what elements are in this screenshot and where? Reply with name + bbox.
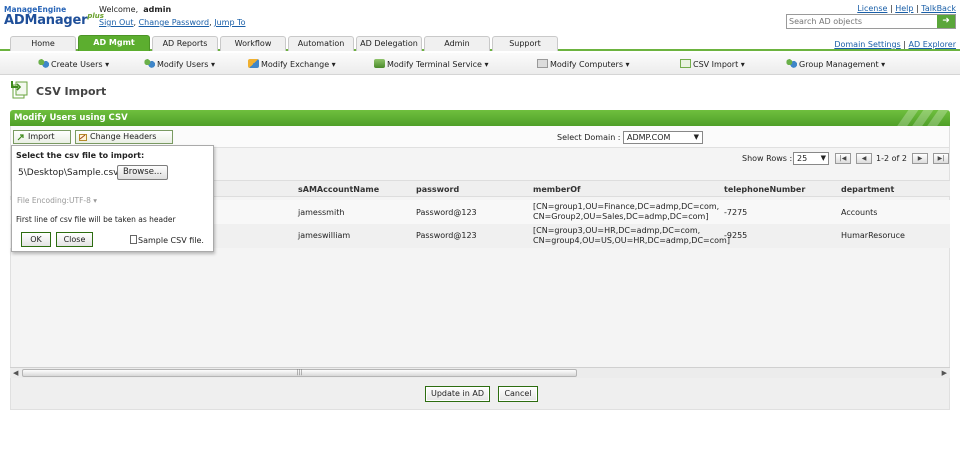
rows-per-page-select[interactable]: 25 ▼ <box>793 152 829 165</box>
cell-telephonenumber: -7275 <box>724 208 748 217</box>
file-path-input[interactable]: 5\Desktop\Sample.csv <box>18 168 118 178</box>
cell-memberof-line2: CN=Group2,OU=Sales,DC=admp,DC=com] <box>533 212 709 221</box>
jump-to-link[interactable]: Jump To <box>214 18 245 27</box>
cell-password: Password@123 <box>416 208 477 217</box>
top-links: License | Help | TalkBack <box>857 4 956 13</box>
chevron-down-icon: ▾ <box>93 196 98 205</box>
welcome-label: Welcome, <box>99 5 139 14</box>
panel-title: Modify Users using CSV <box>14 113 128 123</box>
tab-support[interactable]: Support <box>492 36 558 51</box>
users-icon <box>38 59 49 68</box>
sub-menu-bar: Create Users ▾ Modify Users ▾ Modify Exc… <box>0 53 960 75</box>
license-link[interactable]: License <box>857 4 887 13</box>
menu-modify-users[interactable]: Modify Users ▾ <box>144 59 215 69</box>
edit-headers-icon <box>79 134 87 141</box>
tab-ad-delegation[interactable]: AD Delegation <box>356 36 422 51</box>
csv-import-icon <box>11 81 28 99</box>
column-header-memberof[interactable]: memberOf <box>533 185 580 194</box>
scroll-right-icon[interactable]: ▶ <box>942 369 947 377</box>
cell-department: Accounts <box>841 208 878 217</box>
close-button[interactable]: Close <box>56 232 93 247</box>
terminal-icon <box>374 59 385 68</box>
search-go-icon[interactable]: ➜ <box>937 15 955 28</box>
browse-button[interactable]: Browse... <box>117 165 168 180</box>
domain-select[interactable]: ADMP.COM ▼ <box>623 131 703 144</box>
update-in-ad-button[interactable]: Update in AD <box>425 386 490 402</box>
chevron-down-icon: ▼ <box>693 133 699 141</box>
header-note: First line of csv file will be taken as … <box>16 215 176 224</box>
group-icon <box>786 59 797 68</box>
domain-settings-link[interactable]: Domain Settings <box>834 40 900 49</box>
page-title: CSV Import <box>36 85 107 98</box>
cell-samaccountname: jameswilliam <box>298 231 351 240</box>
ad-explorer-link[interactable]: AD Explorer <box>909 40 956 49</box>
tab-home[interactable]: Home <box>10 36 76 51</box>
admanager-logo[interactable]: ManageEngine ADManagerplus <box>4 6 104 27</box>
ok-button[interactable]: OK <box>21 232 51 247</box>
tab-workflow[interactable]: Workflow <box>220 36 286 51</box>
app-header: ManageEngine ADManagerplus Welcome, admi… <box>0 0 960 34</box>
tab-admin[interactable]: Admin <box>424 36 490 51</box>
cell-memberof-line2: CN=group4,OU=US,OU=HR,DC=admp,DC=com] <box>533 236 730 245</box>
cell-samaccountname: jamessmith <box>298 208 345 217</box>
help-link[interactable]: Help <box>895 4 913 13</box>
column-header-telephonenumber[interactable]: telephoneNumber <box>724 185 805 194</box>
cell-memberof-line1: [CN=group1,OU=Finance,DC=admp,DC=com, <box>533 202 720 211</box>
column-header-department[interactable]: department <box>841 185 894 194</box>
import-file-popup: Select the csv file to import: 5\Desktop… <box>11 145 214 252</box>
menu-create-users[interactable]: Create Users ▾ <box>38 59 109 69</box>
last-page-button[interactable]: ▶| <box>933 153 949 164</box>
cell-department: HumarResoruce <box>841 231 905 240</box>
search-box: ➜ <box>786 14 956 29</box>
main-tab-bar: Home AD Mgmt AD Reports Workflow Automat… <box>0 34 960 51</box>
column-header-password[interactable]: password <box>416 185 459 194</box>
cancel-button[interactable]: Cancel <box>498 386 538 402</box>
next-page-button[interactable]: ▶ <box>912 153 928 164</box>
prev-page-button[interactable]: ◀ <box>856 153 872 164</box>
search-input[interactable] <box>787 15 937 28</box>
change-headers-button[interactable]: Change Headers <box>75 130 173 144</box>
change-password-link[interactable]: Change Password <box>139 18 210 27</box>
tab-ad-mgmt[interactable]: AD Mgmt <box>78 35 150 51</box>
sample-csv-link[interactable]: Sample CSV file. <box>130 235 204 245</box>
welcome-message: Welcome, admin <box>99 5 171 14</box>
tab-ad-reports[interactable]: AD Reports <box>152 36 218 51</box>
popup-title: Select the csv file to import: <box>16 151 145 160</box>
csv-icon <box>680 59 691 68</box>
scrollbar-thumb[interactable]: ||| <box>22 369 577 377</box>
select-domain-label: Select Domain : <box>557 133 621 142</box>
horizontal-scrollbar[interactable]: ◀ ||| ▶ <box>10 367 950 378</box>
menu-modify-exchange[interactable]: Modify Exchange ▾ <box>248 59 336 69</box>
file-encoding-select[interactable]: File Encoding:UTF-8 ▾ <box>17 196 97 205</box>
cell-telephonenumber: -9255 <box>724 231 748 240</box>
user-links: Sign Out, Change Password, Jump To <box>99 18 246 27</box>
show-rows-label: Show Rows : <box>742 154 793 163</box>
domain-links: Domain Settings | AD Explorer <box>834 40 956 49</box>
menu-csv-import[interactable]: CSV Import ▾ <box>680 59 745 69</box>
tab-automation[interactable]: Automation <box>288 36 354 51</box>
talkback-link[interactable]: TalkBack <box>921 4 956 13</box>
users-icon <box>144 59 155 68</box>
menu-group-management[interactable]: Group Management ▾ <box>786 59 885 69</box>
column-header-samaccountname[interactable]: sAMAccountName <box>298 185 379 194</box>
cell-password: Password@123 <box>416 231 477 240</box>
document-icon <box>130 235 137 244</box>
chevron-down-icon: ▼ <box>820 154 826 162</box>
sign-out-link[interactable]: Sign Out <box>99 18 134 27</box>
cell-memberof-line1: [CN=group3,OU=HR,DC=admp,DC=com, <box>533 226 701 235</box>
menu-modify-computers[interactable]: Modify Computers ▾ <box>537 59 630 69</box>
first-page-button[interactable]: |◀ <box>835 153 851 164</box>
import-arrow-icon <box>17 134 24 141</box>
page-info: 1-2 of 2 <box>876 154 907 163</box>
exchange-icon <box>248 59 259 68</box>
scroll-left-icon[interactable]: ◀ <box>13 369 18 377</box>
panel-header: Modify Users using CSV <box>10 110 950 126</box>
panel-footer: Update in AD Cancel <box>10 378 950 410</box>
pagination-bar: Show Rows : 25 ▼ |◀ ◀ 1-2 of 2 ▶ ▶| <box>742 152 952 166</box>
current-username: admin <box>143 5 172 14</box>
import-button[interactable]: Import <box>13 130 71 144</box>
menu-modify-terminal-service[interactable]: Modify Terminal Service ▾ <box>374 59 489 69</box>
computer-icon <box>537 59 548 68</box>
logo-admanager-text: ADManager <box>4 12 88 28</box>
